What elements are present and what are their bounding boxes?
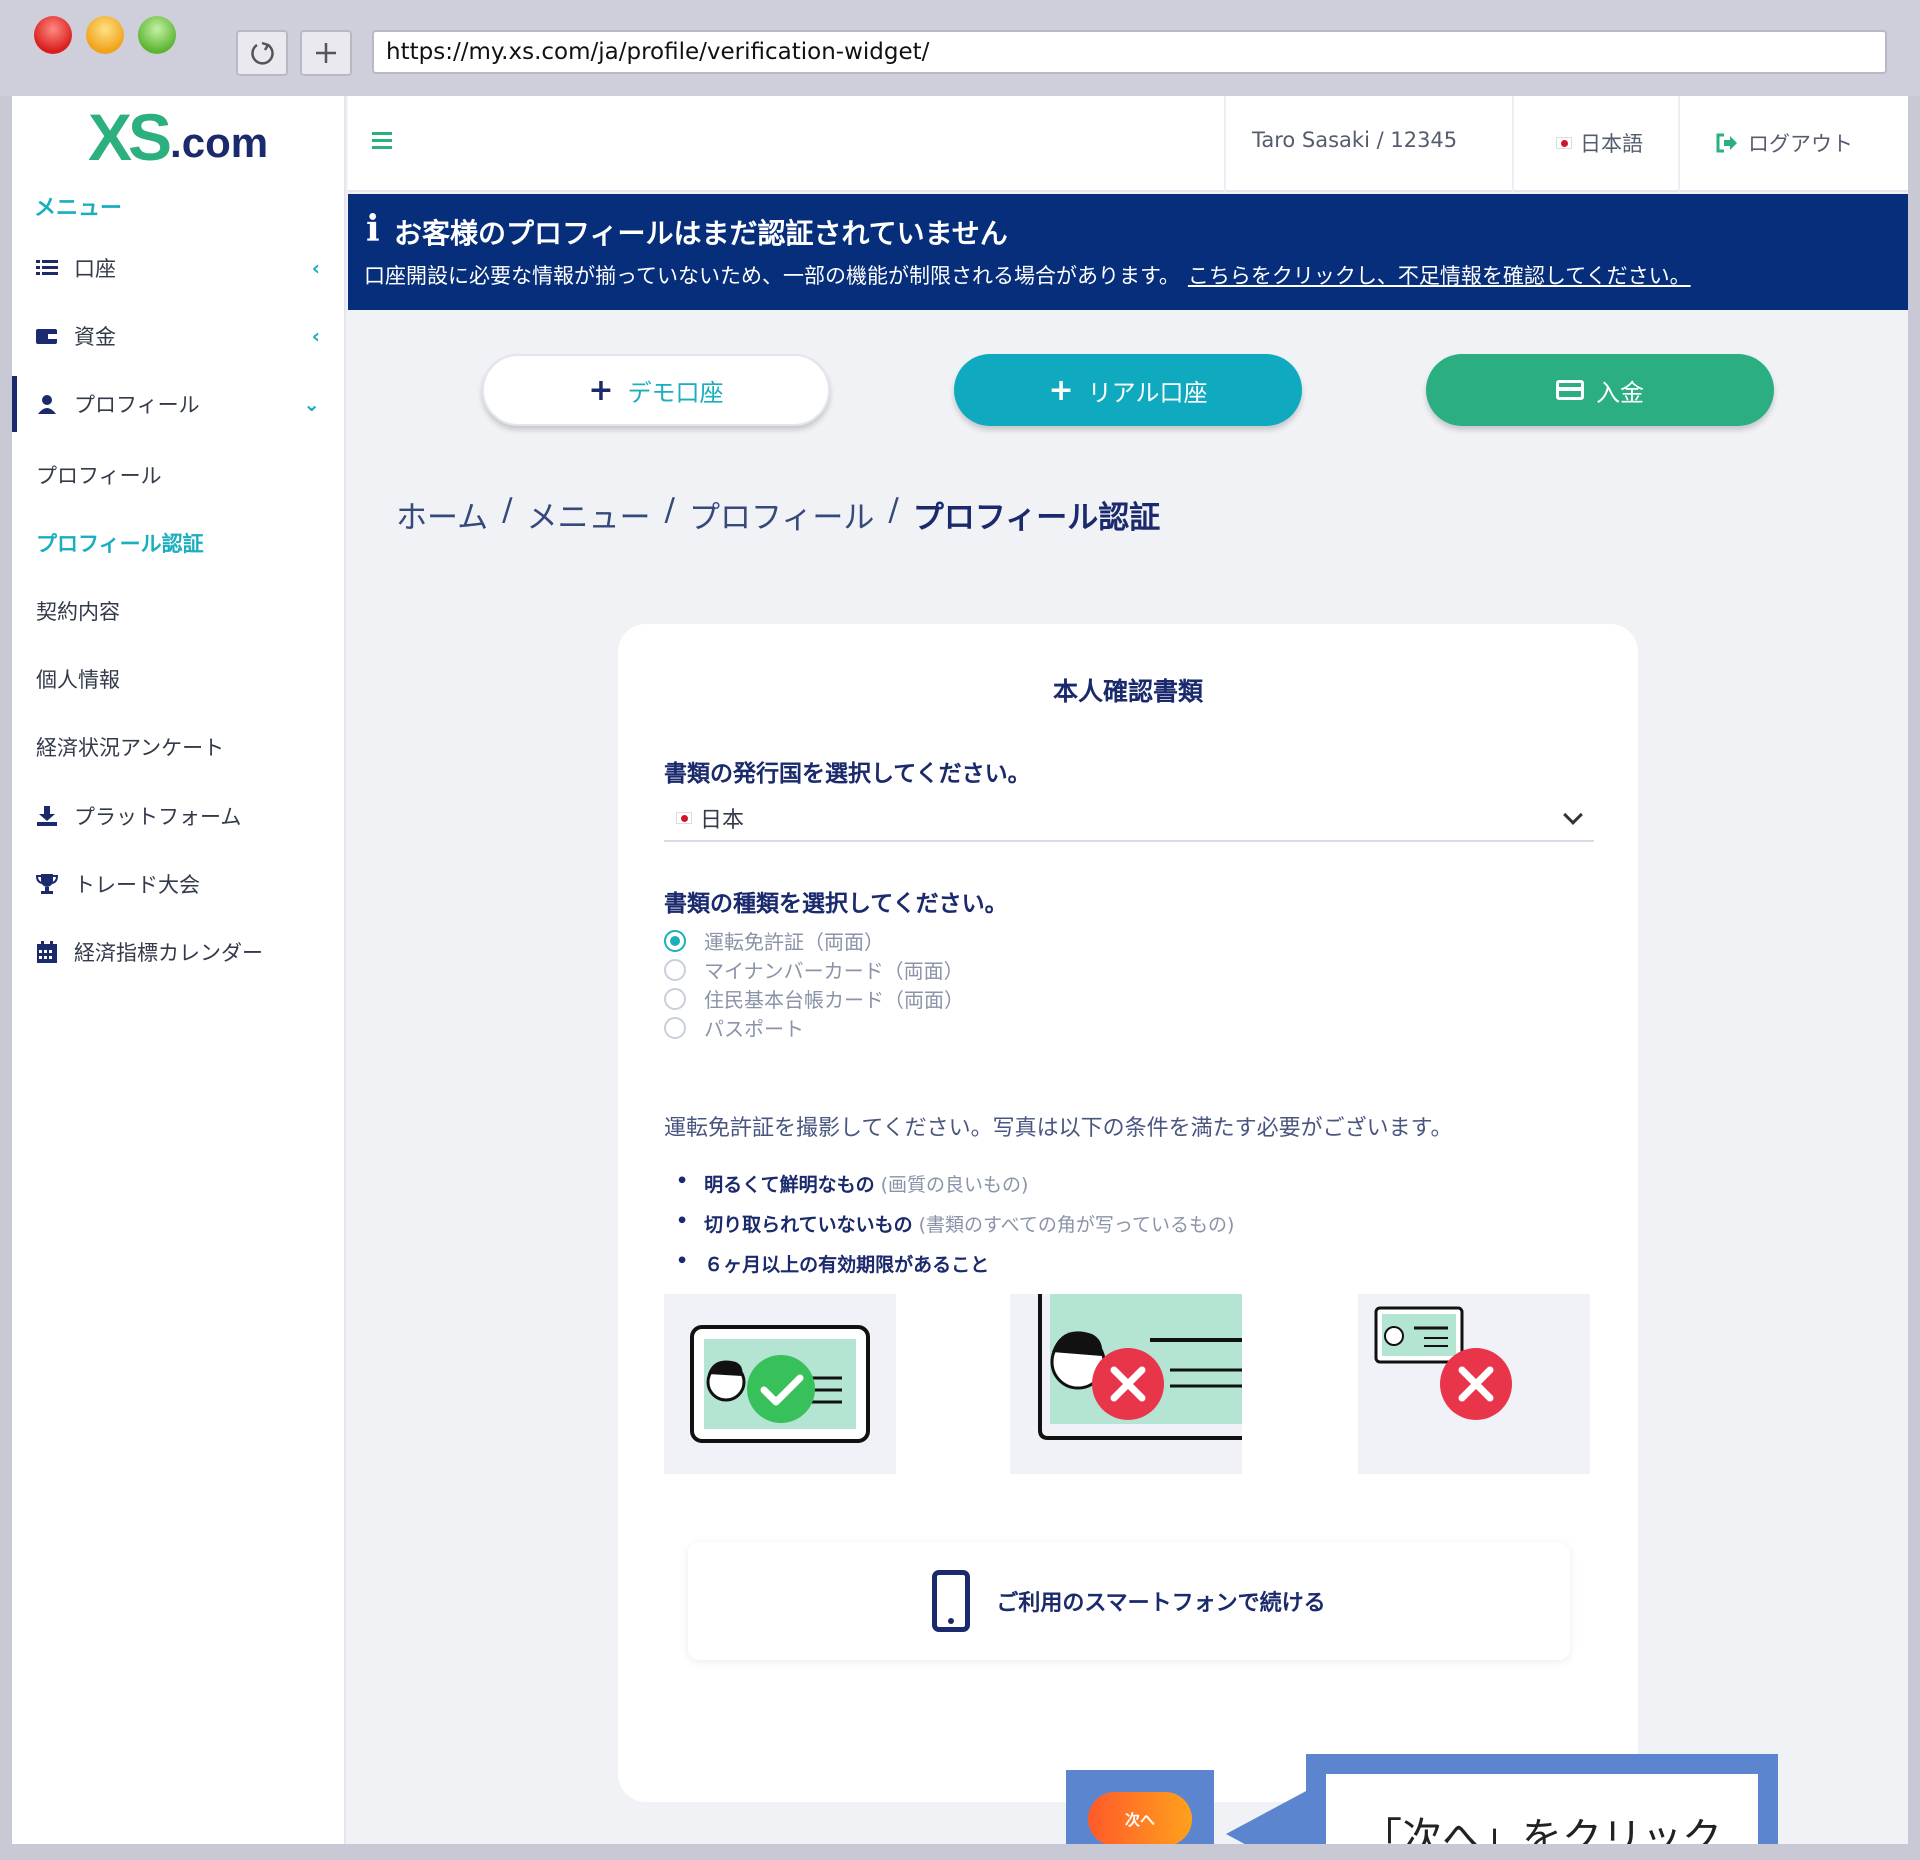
- card-title: 本人確認書類: [1052, 677, 1203, 706]
- good-photo-example: [664, 1294, 896, 1474]
- verification-card: 本人確認書類 書類の発行国を選択してください。 日本 書類の種類を選択してくださ…: [618, 624, 1638, 1802]
- download-icon: [32, 805, 62, 827]
- plus-icon: +: [1048, 372, 1074, 408]
- minimize-window-button[interactable]: [86, 16, 124, 54]
- smartphone-icon: [932, 1570, 971, 1632]
- continue-on-smartphone-button[interactable]: ご利用のスマートフォンで続ける: [688, 1542, 1570, 1660]
- sidebar-item-label: プロフィール: [74, 393, 200, 417]
- banner-body: 口座開設に必要な情報が揃っていないため、一部の機能が制限される場合があります。こ…: [364, 264, 1691, 288]
- sidebar-item-label: 口座: [74, 257, 116, 281]
- close-window-button[interactable]: [34, 16, 72, 54]
- annotation-callout: 「次へ」をクリック: [1306, 1754, 1778, 1844]
- user-info: Taro Sasaki / 12345: [1252, 128, 1458, 152]
- breadcrumb: ホーム / メニュー / プロフィール / プロフィール認証: [396, 492, 1161, 537]
- chevron-down-icon: ⌄: [303, 392, 320, 416]
- user-icon: [32, 394, 62, 414]
- chevron-left-icon: ‹: [311, 324, 320, 348]
- sidebar-item-platform[interactable]: プラットフォーム: [12, 788, 346, 844]
- browser-chrome: https://my.xs.com/ja/profile/verificatio…: [0, 0, 1920, 96]
- sidebar-item-trade-contest[interactable]: トレード大会: [12, 856, 346, 912]
- address-bar[interactable]: https://my.xs.com/ja/profile/verificatio…: [372, 30, 1887, 74]
- unverified-banner: i お客様のプロフィールはまだ認証されていません 口座開設に必要な情報が揃ってい…: [348, 194, 1908, 310]
- photo-instruction: 運転免許証を撮影してください。写真は以下の条件を満たす必要がございます。: [664, 1116, 1453, 1141]
- list-icon: [32, 259, 62, 277]
- cropped-photo-example: [1010, 1294, 1242, 1474]
- breadcrumb-profile[interactable]: プロフィール: [689, 492, 874, 537]
- sidebar-subitem-contract[interactable]: 契約内容: [36, 596, 120, 626]
- reload-button[interactable]: [236, 30, 288, 76]
- doc-type-label: 書類の種類を選択してください。: [664, 891, 1008, 917]
- top-bar: Taro Sasaki / 12345 日本語 ログアウト: [348, 96, 1908, 192]
- doc-type-option-drivers-license[interactable]: 運転免許証（両面）: [664, 926, 884, 955]
- plus-icon: [316, 43, 336, 63]
- breadcrumb-home[interactable]: ホーム: [396, 492, 488, 537]
- sidebar-item-economic-calendar[interactable]: 経済指標カレンダー: [12, 924, 346, 980]
- sidebar-item-profile[interactable]: プロフィール ⌄: [12, 376, 346, 432]
- missing-info-link[interactable]: こちらをクリックし、不足情報を確認してください。: [1188, 264, 1691, 288]
- sidebar-item-label: トレード大会: [74, 873, 200, 897]
- japan-flag-icon: [676, 812, 692, 824]
- japan-flag-icon: [1556, 137, 1572, 149]
- logout-link[interactable]: ログアウト: [1716, 128, 1853, 158]
- requirement-item: • 明るくて鮮明なもの (画質の良いもの): [676, 1170, 1029, 1196]
- deposit-button[interactable]: 入金: [1426, 354, 1774, 426]
- small-photo-example: [1358, 1294, 1590, 1474]
- wallet-icon: [32, 327, 62, 345]
- calendar-icon: [32, 941, 62, 963]
- hamburger-menu-icon[interactable]: [372, 132, 392, 153]
- sidebar-item-label: 資金: [74, 325, 116, 349]
- sidebar: XS .com メニュー 口座 ‹ 資金 ‹ プロフィール ⌄ プロフィール プ: [12, 96, 346, 1844]
- doc-type-option-juki-card[interactable]: 住民基本台帳カード（両面）: [664, 984, 964, 1013]
- breadcrumb-menu[interactable]: メニュー: [527, 492, 651, 537]
- sidebar-item-account[interactable]: 口座 ‹: [12, 240, 346, 296]
- sidebar-subitem-profile[interactable]: プロフィール: [36, 460, 162, 490]
- divider: [1224, 96, 1226, 192]
- doc-type-option-passport[interactable]: パスポート: [664, 1013, 804, 1042]
- requirement-item: • 切り取られていないもの (書類のすべての角が写っているもの): [676, 1210, 1235, 1236]
- radio-button[interactable]: [664, 1016, 686, 1039]
- logout-icon: [1716, 133, 1737, 153]
- url-text: https://my.xs.com/ja/profile/verificatio…: [386, 39, 930, 65]
- trophy-icon: [32, 873, 62, 895]
- sidebar-item-funds[interactable]: 資金 ‹: [12, 308, 346, 364]
- radio-button[interactable]: [664, 929, 686, 952]
- country-label: 書類の発行国を選択してください。: [664, 761, 1031, 787]
- country-value: 日本: [700, 808, 745, 833]
- sidebar-subitem-profile-verification[interactable]: プロフィール認証: [36, 528, 204, 558]
- plus-icon: +: [588, 372, 614, 408]
- info-icon: i: [366, 208, 380, 250]
- next-button[interactable]: 次へ: [1088, 1792, 1192, 1844]
- language-selector[interactable]: 日本語: [1556, 128, 1643, 158]
- radio-button[interactable]: [664, 958, 686, 981]
- divider: [1512, 96, 1514, 192]
- new-tab-button[interactable]: [300, 30, 352, 76]
- doc-type-option-my-number[interactable]: マイナンバーカード（両面）: [664, 955, 964, 984]
- sidebar-subitem-personal-info[interactable]: 個人情報: [36, 664, 120, 694]
- radio-button[interactable]: [664, 987, 686, 1010]
- credit-card-icon: [1556, 380, 1584, 400]
- divider: [1678, 96, 1680, 192]
- sidebar-item-label: 経済指標カレンダー: [74, 941, 263, 965]
- sidebar-item-label: プラットフォーム: [74, 805, 242, 829]
- country-select[interactable]: 日本: [664, 796, 1594, 842]
- chevron-left-icon: ‹: [311, 256, 320, 280]
- menu-title: メニュー: [34, 196, 123, 221]
- reload-icon: [251, 41, 274, 65]
- annotation-arrow: [1226, 1790, 1308, 1844]
- demo-account-button[interactable]: + デモ口座: [482, 354, 830, 426]
- breadcrumb-current: プロフィール認証: [912, 500, 1161, 536]
- requirement-item: • ６ヶ月以上の有効期限があること: [676, 1250, 990, 1276]
- annotation-text: 「次へ」をクリック: [1326, 1774, 1758, 1844]
- sidebar-subitem-financial-survey[interactable]: 経済状況アンケート: [36, 732, 224, 762]
- chevron-down-icon: [1563, 805, 1583, 825]
- xs-logo[interactable]: XS .com: [88, 104, 268, 170]
- maximize-window-button[interactable]: [138, 16, 176, 54]
- page-viewport: XS .com メニュー 口座 ‹ 資金 ‹ プロフィール ⌄ プロフィール プ: [12, 96, 1908, 1844]
- banner-title: お客様のプロフィールはまだ認証されていません: [394, 217, 1008, 250]
- real-account-button[interactable]: + リアル口座: [954, 354, 1302, 426]
